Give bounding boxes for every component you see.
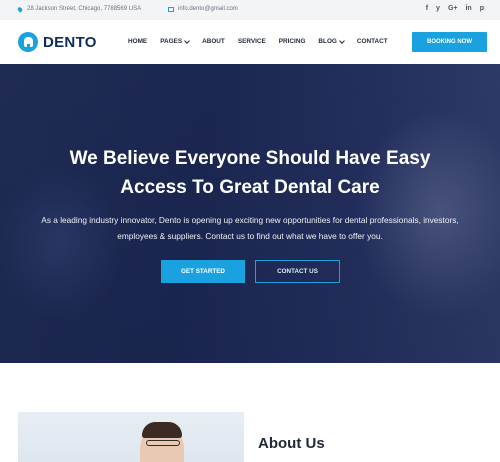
chevron-down-icon xyxy=(184,37,190,44)
booking-now-button[interactable]: BOOKING NOW xyxy=(412,32,487,52)
tooth-icon xyxy=(18,32,38,52)
hero-title-line-2: Access To Great Dental Care xyxy=(120,177,380,198)
nav-item-label: PAGES xyxy=(160,38,183,45)
nav-item-contact[interactable]: CONTACT xyxy=(357,38,388,45)
about-image xyxy=(18,412,244,462)
hero-title: We Believe Everyone Should Have Easy Acc… xyxy=(0,144,500,202)
linkedin-icon[interactable]: in xyxy=(465,5,471,12)
nav-item-service[interactable]: SERVICE xyxy=(238,38,266,45)
dentist-glasses xyxy=(146,440,180,446)
nav-item-pricing[interactable]: PRICING xyxy=(279,38,306,45)
dentist-hair xyxy=(142,422,182,438)
twitter-icon[interactable]: y xyxy=(436,5,440,12)
pinterest-icon[interactable]: p xyxy=(480,5,484,12)
hero-description: As a leading industry innovator, Dento i… xyxy=(41,215,459,241)
top-bar: 28 Jackson Street, Chicago, 7788569 USA … xyxy=(0,0,500,20)
email-info[interactable]: info.dento@gmail.com xyxy=(168,6,238,12)
email-text[interactable]: info.dento@gmail.com xyxy=(178,6,238,12)
contact-us-button[interactable]: CONTACT US xyxy=(255,260,340,283)
google-plus-icon[interactable]: G+ xyxy=(448,5,458,12)
nav-item-label: SERVICE xyxy=(237,38,266,45)
chevron-down-icon xyxy=(339,37,345,44)
nav-item-label: CONTACT xyxy=(356,38,388,45)
location-pin-icon xyxy=(16,5,24,13)
nav-item-label: HOME xyxy=(128,38,148,45)
nav-menu: HOME PAGES ABOUT SERVICE PRICING BLOG CO… xyxy=(128,37,401,45)
brand-name: DENTO xyxy=(43,33,97,51)
facebook-icon[interactable]: f xyxy=(426,5,428,12)
address-text: 28 Jackson Street, Chicago, 7788569 USA xyxy=(27,6,142,12)
nav-item-label: BLOG xyxy=(318,38,337,45)
nav-item-pages[interactable]: PAGES xyxy=(160,37,190,45)
get-started-button[interactable]: GET STARTED xyxy=(161,260,245,283)
nav-item-label: PRICING xyxy=(278,38,306,45)
nav-item-home[interactable]: HOME xyxy=(128,38,147,45)
about-heading: About Us xyxy=(258,435,325,452)
envelope-icon xyxy=(168,6,174,12)
social-links: f y G+ in p xyxy=(426,5,484,12)
hero-title-line-1: We Believe Everyone Should Have Easy xyxy=(69,148,431,169)
nav-item-blog[interactable]: BLOG xyxy=(318,37,345,45)
main-navigation: DENTO HOME PAGES ABOUT SERVICE PRICING B… xyxy=(0,20,500,64)
address-info: 28 Jackson Street, Chicago, 7788569 USA xyxy=(16,5,142,13)
nav-item-label: ABOUT xyxy=(202,38,225,45)
site-logo[interactable]: DENTO xyxy=(18,32,97,52)
nav-item-about[interactable]: ABOUT xyxy=(202,38,225,45)
hero-section: We Believe Everyone Should Have Easy Acc… xyxy=(0,64,500,363)
